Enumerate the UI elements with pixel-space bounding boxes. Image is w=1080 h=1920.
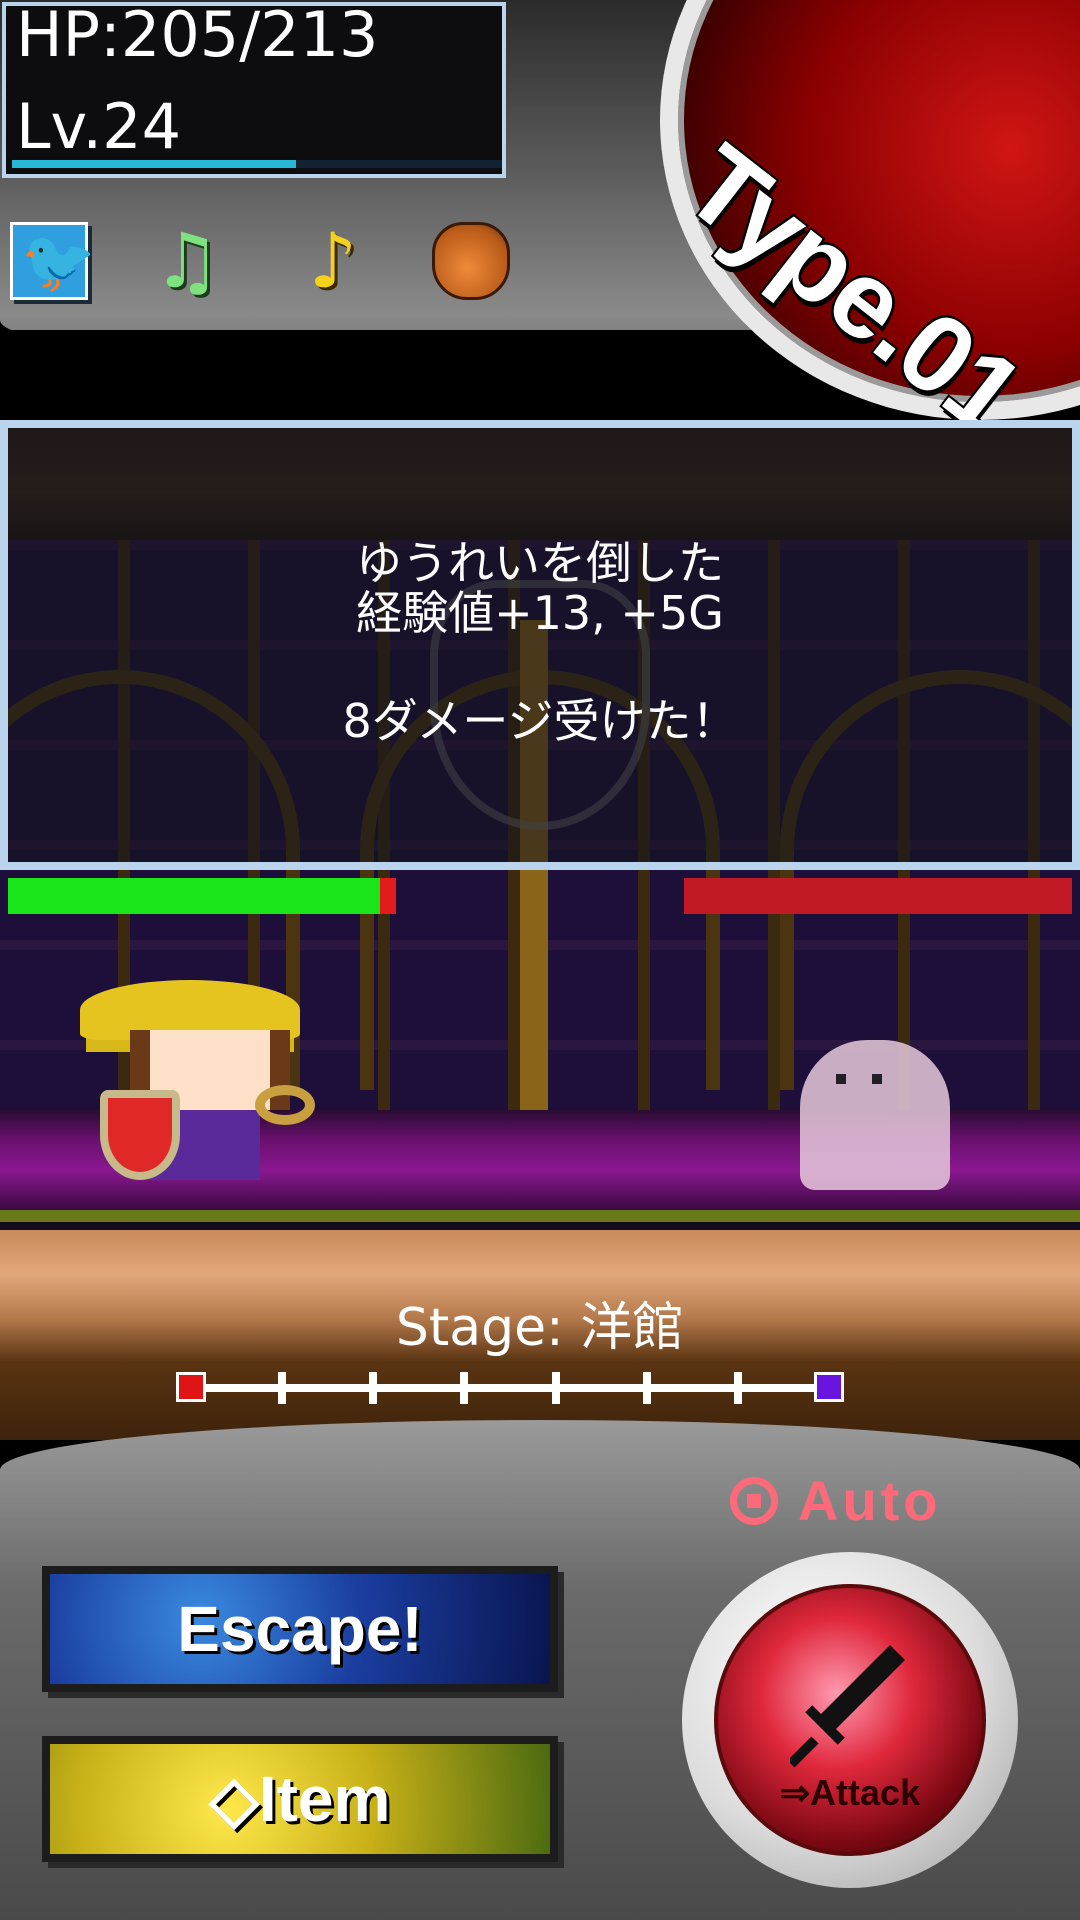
stage-tick [642,1372,651,1404]
battle-log-line-1: ゆうれいを倒した [356,536,724,590]
player-hp-fill [8,878,381,914]
stage-tick [733,1372,742,1404]
attack-label: ⇒Attack [779,1772,921,1813]
exp-bar-fill [12,160,297,168]
twitter-glyph: 🐦 [21,227,96,297]
sword-icon [790,1645,905,1768]
music-icon[interactable]: ♫ [148,222,226,300]
enemy-hp-fill [684,878,1072,914]
hero-sprite [80,980,320,1200]
battle-log-box: ゆうれいを倒した 経験値+13, +5G 8ダメージ受けた！ [0,420,1080,870]
auto-toggle[interactable]: Auto [730,1468,942,1533]
sound-effect-icon[interactable]: ♪ [294,222,372,300]
hero-shield [100,1090,180,1180]
exp-bar [12,160,502,168]
floor-trim [0,1210,1080,1222]
item-button[interactable]: ◇Item [42,1736,558,1862]
stage-end-marker [814,1372,844,1402]
stage-tick [551,1372,560,1404]
stage-tick [369,1372,378,1404]
stage-tick [460,1372,469,1404]
player-status-panel: HP:205/213 Lv.24 [2,0,506,178]
stage-label: Stage: 洋館 [395,1298,685,1358]
escape-button[interactable]: Escape! [42,1566,558,1692]
stage-start-marker [176,1372,206,1402]
battle-log-line-3: 8ダメージ受けた！ [342,694,738,748]
item-bag-icon[interactable] [432,222,510,300]
game-screen: Type.01 HP:205/213 Lv.24 🐦 ♫ ♪ ゆうれいを倒した … [0,0,1080,1920]
player-hp-bar [8,878,396,914]
twitter-icon[interactable]: 🐦 [10,222,96,300]
enemy-hp-bar [684,878,1072,914]
ghost-enemy-sprite [800,1040,950,1190]
level-text: Lv.24 [16,90,182,163]
auto-label: Auto [798,1469,942,1532]
auto-radio-icon [730,1476,778,1525]
stage-tick [278,1372,287,1404]
hero-staff [255,1085,315,1125]
hp-text: HP:205/213 [16,0,379,71]
battle-log-line-2: 経験値+13, +5G [356,586,724,640]
